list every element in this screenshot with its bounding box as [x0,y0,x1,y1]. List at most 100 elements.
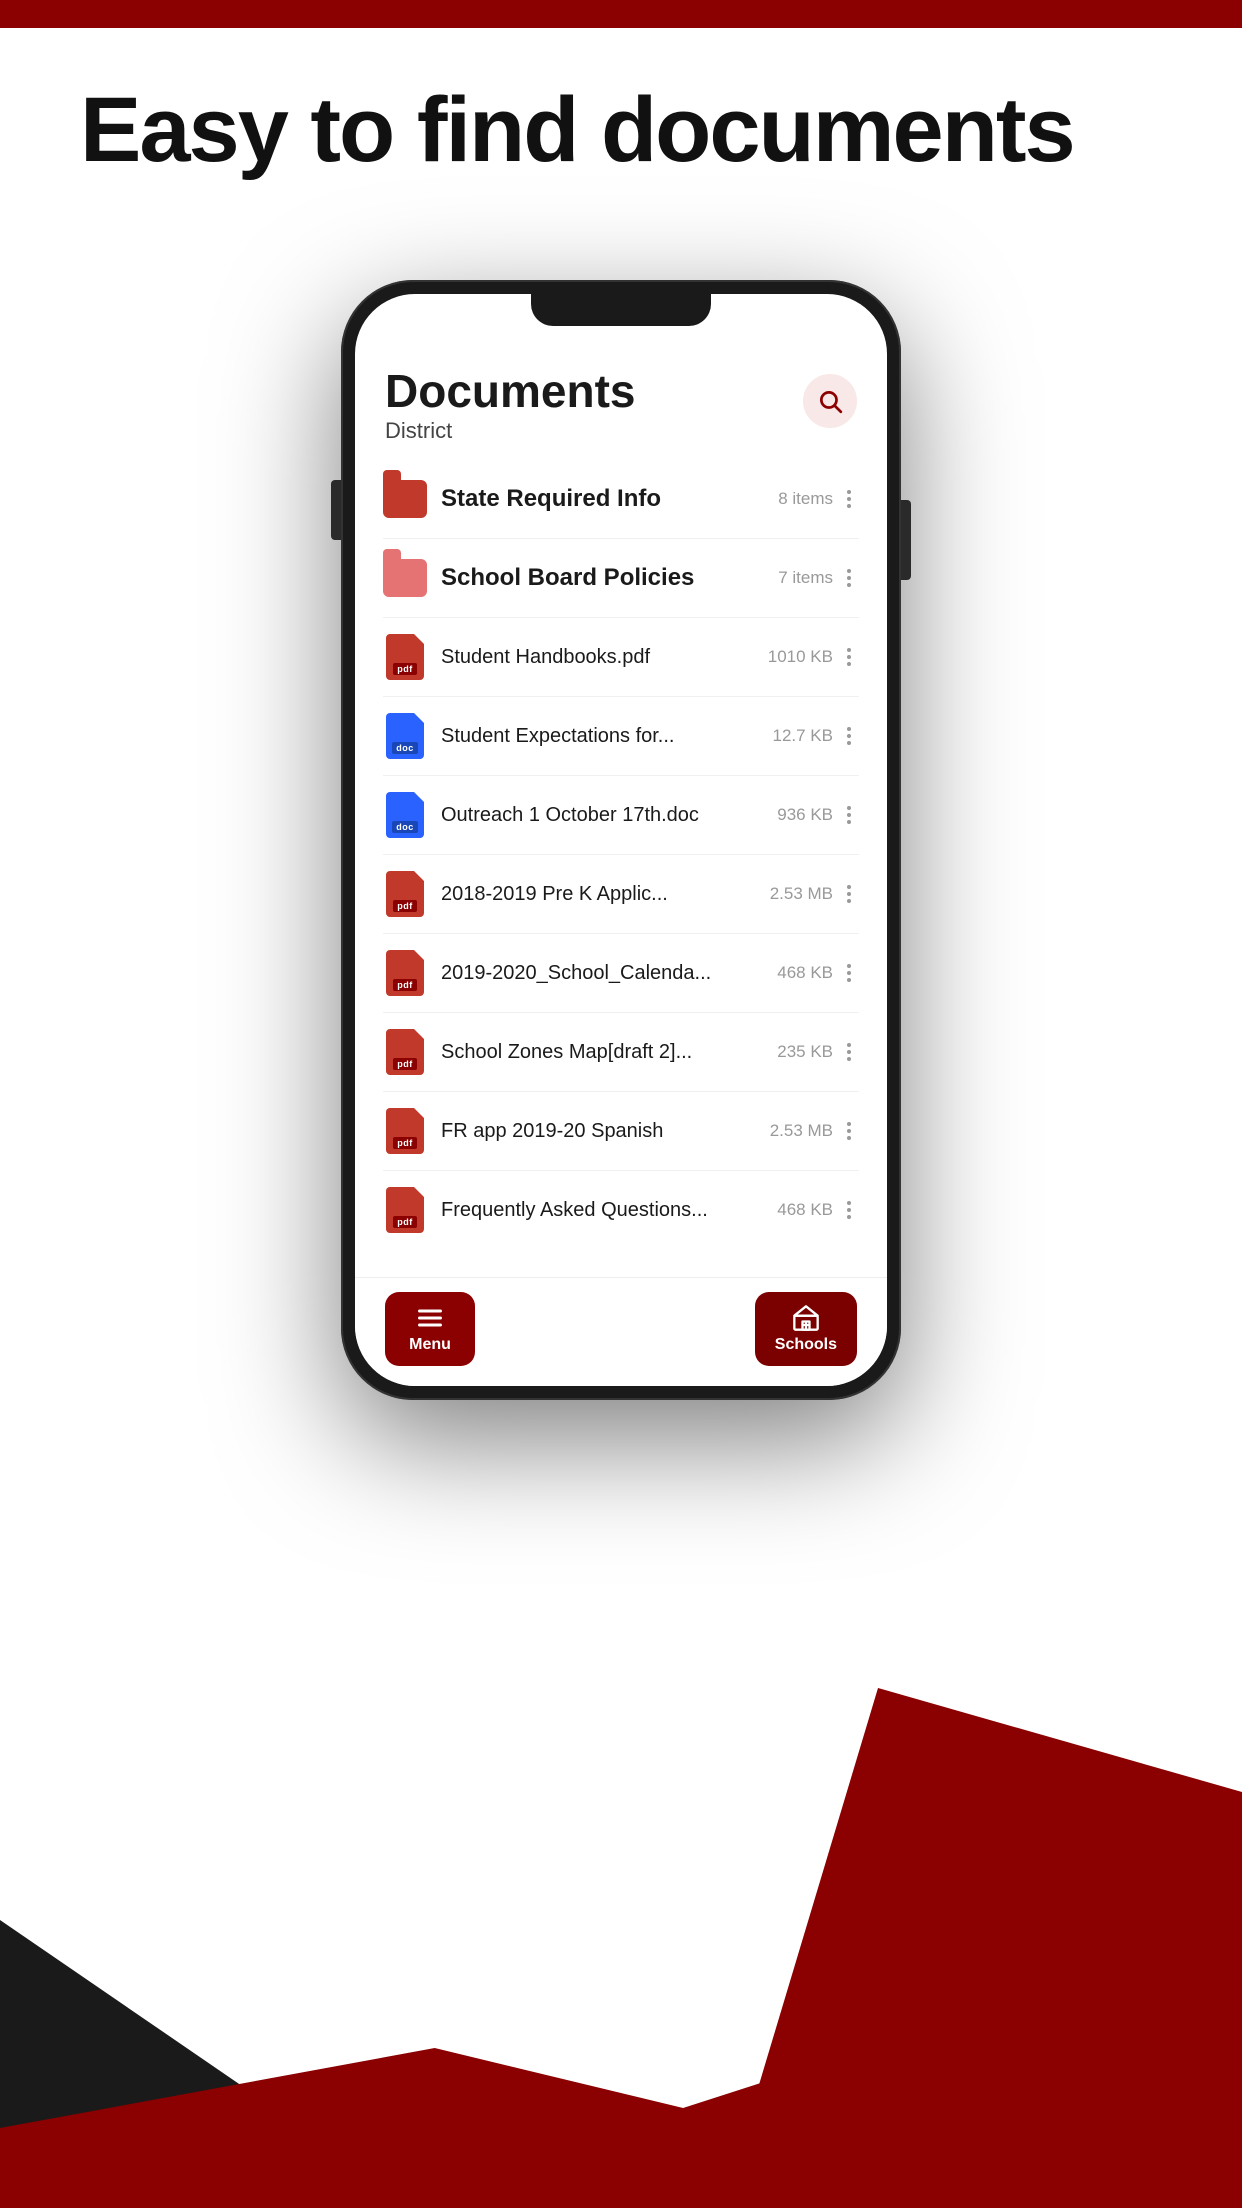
dot [847,576,851,580]
doc-name: Student Expectations for... [441,725,763,748]
doc-info: Student Handbooks.pdf [441,646,758,669]
menu-icon [416,1304,444,1332]
page-headline: Easy to find documents [80,80,1162,181]
doc-info: 2018-2019 Pre K Applic... [441,883,760,906]
phone-mockup: Documents District State Required Info [341,280,901,1400]
more-options-button[interactable] [839,561,859,595]
more-options-button[interactable] [839,956,859,990]
doc-info: Frequently Asked Questions... [441,1199,767,1222]
dot [847,1215,851,1219]
pdf-icon: pdf [383,869,427,919]
doc-info: FR app 2019-20 Spanish [441,1120,760,1143]
dot [847,1208,851,1212]
search-button[interactable] [803,374,857,428]
dot [847,727,851,731]
doc-meta: 235 KB [777,1042,833,1062]
doc-meta: 1010 KB [768,647,833,667]
doc-name: School Zones Map[draft 2]... [441,1041,767,1064]
pdf-icon: pdf [383,1106,427,1156]
doc-meta: 468 KB [777,963,833,983]
schools-button[interactable]: Schools [755,1292,857,1366]
phone-screen: Documents District State Required Info [355,294,887,1386]
bottom-navigation: Menu Schools [355,1277,887,1386]
more-options-button[interactable] [839,1035,859,1069]
more-options-button[interactable] [839,640,859,674]
more-options-button[interactable] [839,798,859,832]
document-list: State Required Info 8 items School Board… [355,460,887,1277]
dot [847,1129,851,1133]
doc-info: Outreach 1 October 17th.doc [441,804,767,827]
dot [847,1122,851,1126]
doc-name: 2019-2020_School_Calenda... [441,962,767,985]
dot [847,490,851,494]
dot [847,806,851,810]
doc-info: State Required Info [441,485,768,513]
doc-info: Student Expectations for... [441,725,763,748]
list-item[interactable]: pdf 2018-2019 Pre K Applic... 2.53 MB [367,855,875,933]
dot [847,899,851,903]
screen-title: Documents [385,368,635,414]
dot [847,741,851,745]
dot [847,1057,851,1061]
doc-name: School Board Policies [441,564,768,592]
doc-name: State Required Info [441,485,768,513]
doc-meta: 2.53 MB [770,884,833,904]
doc-meta: 936 KB [777,805,833,825]
dot [847,971,851,975]
list-item[interactable]: doc Student Expectations for... 12.7 KB [367,697,875,775]
dot [847,662,851,666]
doc-name: 2018-2019 Pre K Applic... [441,883,760,906]
doc-name: Frequently Asked Questions... [441,1199,767,1222]
dot [847,1136,851,1140]
doc-name: Outreach 1 October 17th.doc [441,804,767,827]
screen-content: Documents District State Required Info [355,294,887,1386]
doc-meta: 2.53 MB [770,1121,833,1141]
search-icon [817,388,843,414]
dot [847,569,851,573]
doc-info: School Board Policies [441,564,768,592]
list-item[interactable]: pdf School Zones Map[draft 2]... 235 KB [367,1013,875,1091]
doc-meta: 12.7 KB [773,726,834,746]
phone-notch [531,294,711,326]
dot [847,978,851,982]
doc-meta: 7 items [778,568,833,588]
doc-meta: 468 KB [777,1200,833,1220]
doc-icon: doc [383,711,427,761]
more-options-button[interactable] [839,877,859,911]
doc-name: Student Handbooks.pdf [441,646,758,669]
list-item[interactable]: pdf 2019-2020_School_Calenda... 468 KB [367,934,875,1012]
list-item[interactable]: School Board Policies 7 items [367,539,875,617]
dot [847,1201,851,1205]
list-item[interactable]: State Required Info 8 items [367,460,875,538]
schools-icon [792,1304,820,1332]
pdf-icon: pdf [383,632,427,682]
dot [847,1043,851,1047]
more-options-button[interactable] [839,719,859,753]
dot [847,1050,851,1054]
schools-label: Schools [775,1336,837,1354]
dot [847,497,851,501]
menu-button[interactable]: Menu [385,1292,475,1366]
dot [847,892,851,896]
dot [847,885,851,889]
list-item[interactable]: pdf Student Handbooks.pdf 1010 KB [367,618,875,696]
phone-outer: Documents District State Required Info [341,280,901,1400]
doc-info: School Zones Map[draft 2]... [441,1041,767,1064]
screen-subtitle: District [385,418,635,444]
doc-icon: doc [383,790,427,840]
more-options-button[interactable] [839,482,859,516]
folder-icon [383,553,427,603]
list-item[interactable]: pdf FR app 2019-20 Spanish 2.53 MB [367,1092,875,1170]
dot [847,504,851,508]
doc-meta: 8 items [778,489,833,509]
dot [847,964,851,968]
more-options-button[interactable] [839,1114,859,1148]
screen-header: Documents District [355,344,887,460]
doc-name: FR app 2019-20 Spanish [441,1120,760,1143]
dot [847,813,851,817]
list-item[interactable]: doc Outreach 1 October 17th.doc 936 KB [367,776,875,854]
pdf-icon: pdf [383,1027,427,1077]
menu-label: Menu [409,1336,451,1354]
more-options-button[interactable] [839,1193,859,1227]
list-item[interactable]: pdf Frequently Asked Questions... 468 KB [367,1171,875,1249]
